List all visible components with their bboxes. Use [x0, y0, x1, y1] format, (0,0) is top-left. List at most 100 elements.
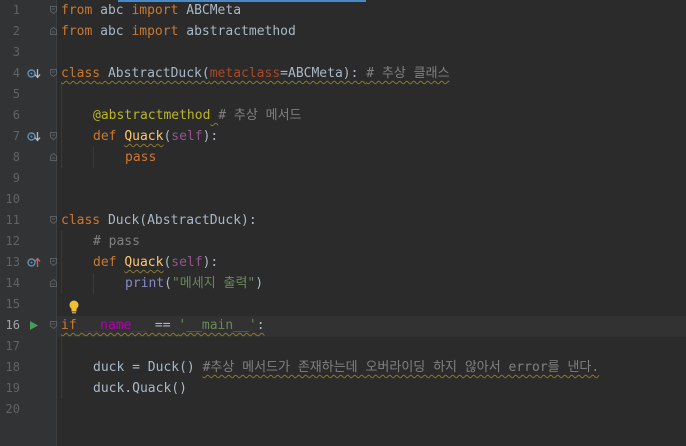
token-module: abc — [92, 3, 132, 18]
fold-end-icon[interactable] — [50, 153, 57, 161]
code-text[interactable]: def Quack(self): — [93, 252, 218, 273]
fold-start-icon[interactable] — [50, 69, 57, 77]
token-keyword: pass — [125, 150, 157, 165]
code-text[interactable]: class Duck(AbstractDuck): — [61, 210, 257, 231]
code-text[interactable]: from abc import abstractmethod — [61, 21, 296, 42]
code-text[interactable]: duck = Duck() #추상 메서드가 존재하는데 오버라이딩 하지 않아… — [93, 357, 599, 378]
token-function: Quack — [124, 129, 164, 144]
token-paren: ( — [164, 276, 172, 291]
line-number: 11 — [5, 213, 20, 227]
token-comment: # 추상 메서드 — [218, 108, 302, 123]
implemented-override-icon[interactable] — [27, 68, 41, 80]
fold-start-icon[interactable] — [50, 132, 57, 140]
code-line-1[interactable]: 1 from abc import ABCMeta — [0, 0, 686, 21]
line-number: 12 — [5, 234, 20, 248]
line-number: 10 — [5, 192, 20, 206]
code-text[interactable]: from abc import ABCMeta — [61, 0, 241, 21]
token-name: =ABCMeta): — [280, 66, 367, 81]
code-line-18[interactable]: 18 duck = Duck() #추상 메서드가 존재하는데 오버라이딩 하지… — [0, 357, 686, 378]
code-line-19[interactable]: 19 duck.Quack() — [0, 378, 686, 399]
line-number: 5 — [12, 87, 20, 101]
code-line-9[interactable]: 9 — [0, 168, 686, 189]
code-line-6[interactable]: 6 @abstractmethod # 추상 메서드 — [0, 105, 686, 126]
token-comment: # pass — [93, 234, 140, 249]
token-paren: ): — [202, 255, 219, 270]
token-string: "메세지 출력" — [171, 276, 256, 291]
code-text[interactable]: pass — [125, 147, 156, 168]
token-decorator: @abstractmethod — [93, 108, 211, 123]
token-paren: ): — [202, 129, 219, 144]
code-text[interactable]: def Quack(self): — [93, 126, 218, 147]
line-number: 19 — [5, 381, 20, 395]
code-text[interactable]: duck.Quack() — [93, 378, 187, 399]
line-number: 16 — [5, 318, 20, 332]
overrides-icon[interactable] — [27, 257, 41, 269]
token-comment: #추상 메서드가 존재하는데 오버라이딩 하지 않아서 error를 낸다. — [202, 360, 600, 375]
line-number: 15 — [5, 297, 20, 311]
token-param: metaclass — [209, 66, 281, 81]
code-line-3[interactable]: 3 — [0, 42, 686, 63]
code-line-7[interactable]: 7 def Quack(self): — [0, 126, 686, 147]
token-string: '__main__' — [178, 318, 257, 333]
token-statement: duck = Duck() — [93, 360, 203, 375]
token-operator: == — [147, 318, 179, 333]
line-number: 8 — [12, 150, 20, 164]
fold-end-icon[interactable] — [50, 27, 57, 35]
token-paren: ) — [255, 276, 264, 291]
code-line-8[interactable]: 8 pass — [0, 147, 686, 168]
token-name: abstractmethod — [178, 24, 296, 39]
line-number: 6 — [12, 108, 20, 122]
token-self: self — [171, 129, 203, 144]
token-name: ABCMeta — [178, 3, 242, 18]
token-dunder: __name__ — [84, 318, 148, 333]
code-line-13[interactable]: 13 def Quack(self): — [0, 252, 686, 273]
code-line-20[interactable]: 20 — [0, 399, 686, 420]
code-text[interactable]: if __name__ == '__main__': — [61, 315, 265, 336]
fold-start-icon[interactable] — [50, 321, 57, 329]
token-statement: duck.Quack() — [93, 381, 187, 396]
token-class-name: Duck(AbstractDuck): — [100, 213, 257, 228]
token-keyword: from — [61, 24, 93, 39]
code-line-2[interactable]: 2 from abc import abstractmethod — [0, 21, 686, 42]
implemented-override-icon[interactable] — [27, 131, 41, 143]
code-line-10[interactable]: 10 — [0, 189, 686, 210]
token-function: Quack — [124, 255, 164, 270]
code-line-5[interactable]: 5 — [0, 84, 686, 105]
fold-start-icon[interactable] — [50, 216, 57, 224]
fold-start-icon[interactable] — [50, 6, 57, 14]
line-number: 7 — [12, 129, 20, 143]
token-class-name: AbstractDuck( — [100, 66, 210, 81]
line-number: 20 — [5, 402, 20, 416]
code-line-16[interactable]: 16 if __name__ == '__main__': — [0, 315, 686, 336]
code-line-11[interactable]: 11 class Duck(AbstractDuck): — [0, 210, 686, 231]
fold-start-icon[interactable] — [50, 258, 57, 266]
token-colon: : — [256, 318, 265, 333]
line-number: 4 — [12, 66, 20, 80]
line-number: 9 — [12, 171, 20, 185]
code-text[interactable]: print("메세지 출력") — [125, 273, 263, 294]
code-line-15[interactable]: 15 — [0, 294, 686, 315]
code-text[interactable]: @abstractmethod # 추상 메서드 — [93, 105, 302, 126]
token-keyword: import — [131, 24, 179, 39]
token-keyword: class — [61, 213, 101, 228]
code-text[interactable]: class AbstractDuck(metaclass=ABCMeta): #… — [61, 63, 450, 84]
line-number: 2 — [12, 24, 20, 38]
line-number: 1 — [12, 3, 20, 17]
fold-end-icon[interactable] — [50, 279, 57, 287]
token-keyword: if — [61, 318, 77, 333]
code-line-4[interactable]: 4 class AbstractDuck(metaclass=ABCMeta):… — [0, 63, 686, 84]
code-line-12[interactable]: 12 # pass — [0, 231, 686, 252]
token-builtin: print — [125, 276, 165, 291]
lightbulb-icon[interactable] — [68, 300, 80, 314]
code-text[interactable]: # pass — [93, 231, 140, 252]
code-line-17[interactable]: 17 — [0, 336, 686, 357]
run-icon[interactable] — [29, 320, 43, 332]
token-comment: # 추상 클래스 — [366, 66, 450, 81]
code-line-14[interactable]: 14 print("메세지 출력") — [0, 273, 686, 294]
token-keyword: def — [93, 255, 117, 270]
line-number: 13 — [5, 255, 20, 269]
token-keyword: import — [131, 3, 179, 18]
line-number: 17 — [5, 339, 20, 353]
line-number: 14 — [5, 276, 20, 290]
line-number: 18 — [5, 360, 20, 374]
